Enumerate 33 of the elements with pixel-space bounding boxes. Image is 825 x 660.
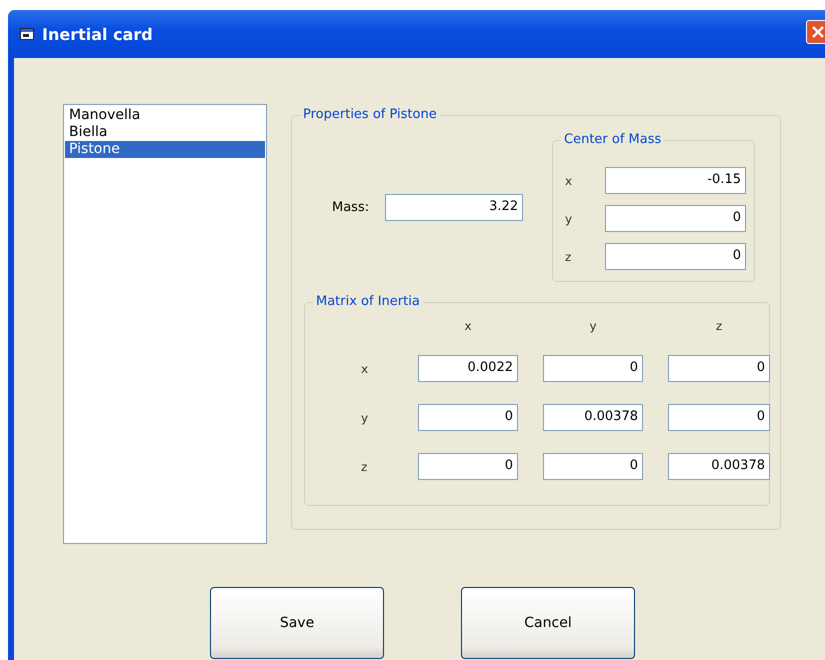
row-label: x bbox=[360, 362, 370, 376]
close-icon[interactable] bbox=[806, 20, 825, 44]
list-item[interactable]: Manovella bbox=[65, 107, 265, 124]
list-item[interactable]: Pistone bbox=[65, 141, 265, 158]
matrix-field[interactable]: 0 bbox=[668, 404, 770, 431]
matrix-field[interactable]: 0 bbox=[543, 355, 643, 382]
axis-label: z bbox=[565, 250, 572, 264]
group-title: Properties of Pistone bbox=[300, 107, 440, 123]
window-title: Inertial card bbox=[42, 24, 153, 44]
mass-label: Mass: bbox=[332, 200, 370, 214]
matrix-field[interactable]: 0.00378 bbox=[543, 404, 643, 431]
axis-label: y bbox=[565, 212, 574, 226]
column-header: y bbox=[588, 319, 598, 333]
matrix-field[interactable]: 0.0022 bbox=[418, 355, 518, 382]
matrix-field[interactable]: 0 bbox=[418, 453, 518, 480]
cancel-button[interactable]: Cancel bbox=[461, 587, 635, 659]
axis-label: x bbox=[565, 174, 574, 188]
save-button[interactable]: Save bbox=[210, 587, 384, 659]
mass-field[interactable]: 3.22 bbox=[385, 194, 524, 220]
column-header: z bbox=[714, 319, 724, 333]
coordinate-field[interactable]: 0 bbox=[604, 205, 746, 232]
row-label: y bbox=[360, 410, 370, 424]
column-header: x bbox=[463, 319, 473, 333]
matrix-field[interactable]: 0.00378 bbox=[668, 453, 770, 480]
window-icon bbox=[20, 28, 34, 40]
body-list[interactable]: Manovella Biella Pistone bbox=[63, 104, 267, 544]
coordinate-field[interactable]: 0 bbox=[604, 243, 746, 270]
matrix-field[interactable]: 0 bbox=[418, 404, 518, 431]
matrix-field[interactable]: 0 bbox=[543, 453, 643, 480]
coordinate-field[interactable]: -0.15 bbox=[604, 167, 746, 194]
row-label: z bbox=[360, 460, 368, 474]
matrix-field[interactable]: 0 bbox=[668, 355, 770, 382]
list-item[interactable]: Biella bbox=[65, 124, 265, 141]
